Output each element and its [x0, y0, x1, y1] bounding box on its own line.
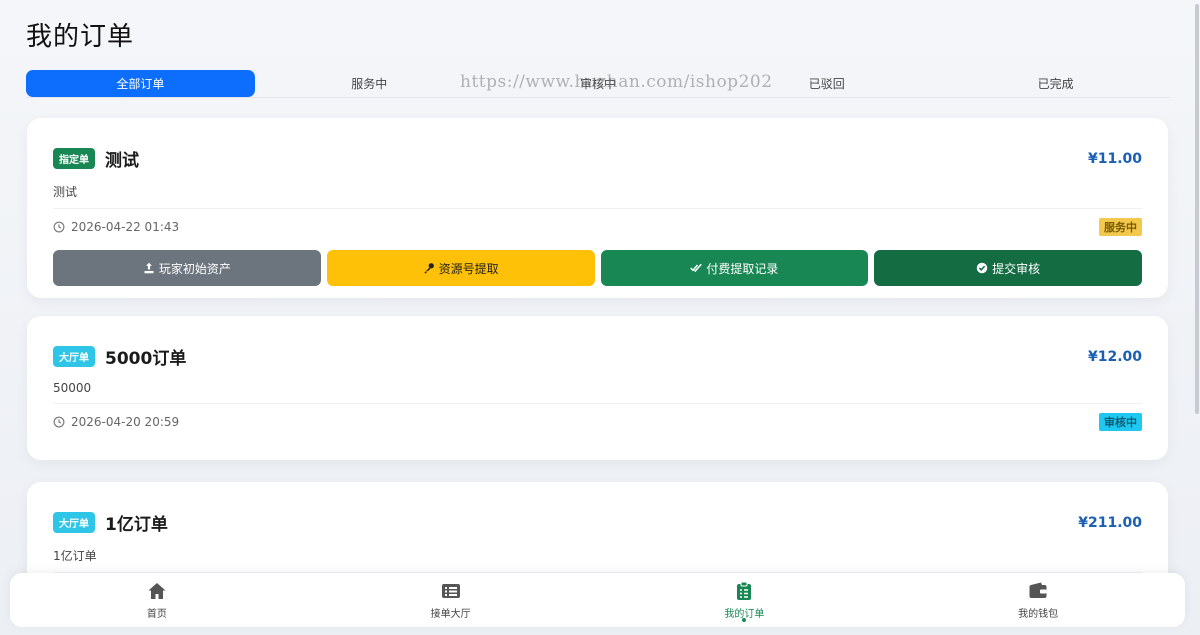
order-title: 测试 — [105, 151, 139, 171]
clock-icon — [53, 221, 65, 233]
nav-item-my-wallet[interactable]: 我的钱包 — [891, 573, 1185, 627]
resource-extract-button[interactable]: 资源号提取 — [326, 250, 595, 286]
active-indicator-dot — [742, 618, 747, 622]
nav-item-order-hall[interactable]: 接单大厅 — [304, 573, 598, 627]
paid-extract-record-button[interactable]: 付费提取记录 — [600, 250, 869, 286]
tab-in-service[interactable]: 服务中 — [255, 70, 484, 97]
order-tabs: 全部订单 服务中 审核中 已驳回 已完成 — [26, 70, 1170, 98]
order-time: 2026-04-22 01:43 — [71, 220, 180, 234]
initial-assets-button[interactable]: 玩家初始资产 — [53, 250, 321, 286]
order-meta: 2026-04-22 01:43 服务中 — [53, 208, 1142, 236]
order-actions: 玩家初始资产 资源号提取 付费提取记录 提交审核 — [53, 250, 1142, 286]
tab-all-orders[interactable]: 全部订单 — [26, 70, 255, 97]
status-badge: 服务中 — [1099, 218, 1142, 236]
wallet-icon — [1029, 582, 1047, 598]
order-price: ¥12.00 — [1087, 348, 1142, 365]
scrollbar[interactable] — [1193, 0, 1200, 635]
order-card: 大厅单 5000订单 ¥12.00 50000 2026-04-20 20:59… — [27, 316, 1168, 460]
tab-rejected[interactable]: 已驳回 — [712, 70, 941, 97]
order-title: 1亿订单 — [105, 515, 168, 535]
order-meta: 2026-04-20 20:59 审核中 — [53, 403, 1142, 431]
check-double-icon — [690, 263, 703, 273]
page-title: 我的订单 — [26, 22, 135, 52]
order-description: 测试 — [53, 185, 78, 199]
nav-item-my-orders[interactable]: 我的订单 — [598, 573, 892, 627]
scrollbar-thumb[interactable] — [1195, 4, 1199, 414]
order-time: 2026-04-20 20:59 — [71, 415, 180, 429]
clock-icon — [53, 416, 65, 428]
order-card: 指定单 测试 ¥11.00 测试 2026-04-22 01:43 服务中 玩家… — [27, 118, 1168, 298]
order-title: 5000订单 — [105, 349, 187, 369]
submit-review-button[interactable]: 提交审核 — [874, 250, 1142, 286]
clipboard-icon — [737, 581, 752, 600]
tab-completed[interactable]: 已完成 — [941, 70, 1170, 97]
upload-icon — [144, 262, 154, 274]
list-icon — [441, 583, 460, 598]
bottom-nav: 首页 接单大厅 我的订单 我的钱包 — [10, 573, 1185, 627]
status-badge: 审核中 — [1099, 413, 1142, 431]
order-type-badge: 大厅单 — [53, 512, 95, 533]
tab-under-review[interactable]: 审核中 — [484, 70, 713, 97]
key-icon — [424, 263, 434, 274]
check-circle-icon — [976, 262, 988, 274]
order-price: ¥211.00 — [1078, 514, 1142, 531]
order-type-badge: 大厅单 — [53, 346, 95, 367]
order-description: 1亿订单 — [53, 549, 97, 563]
home-icon — [148, 582, 166, 599]
order-description: 50000 — [53, 381, 92, 395]
order-type-badge: 指定单 — [53, 148, 95, 169]
nav-item-home[interactable]: 首页 — [10, 573, 304, 627]
order-price: ¥11.00 — [1087, 150, 1142, 167]
